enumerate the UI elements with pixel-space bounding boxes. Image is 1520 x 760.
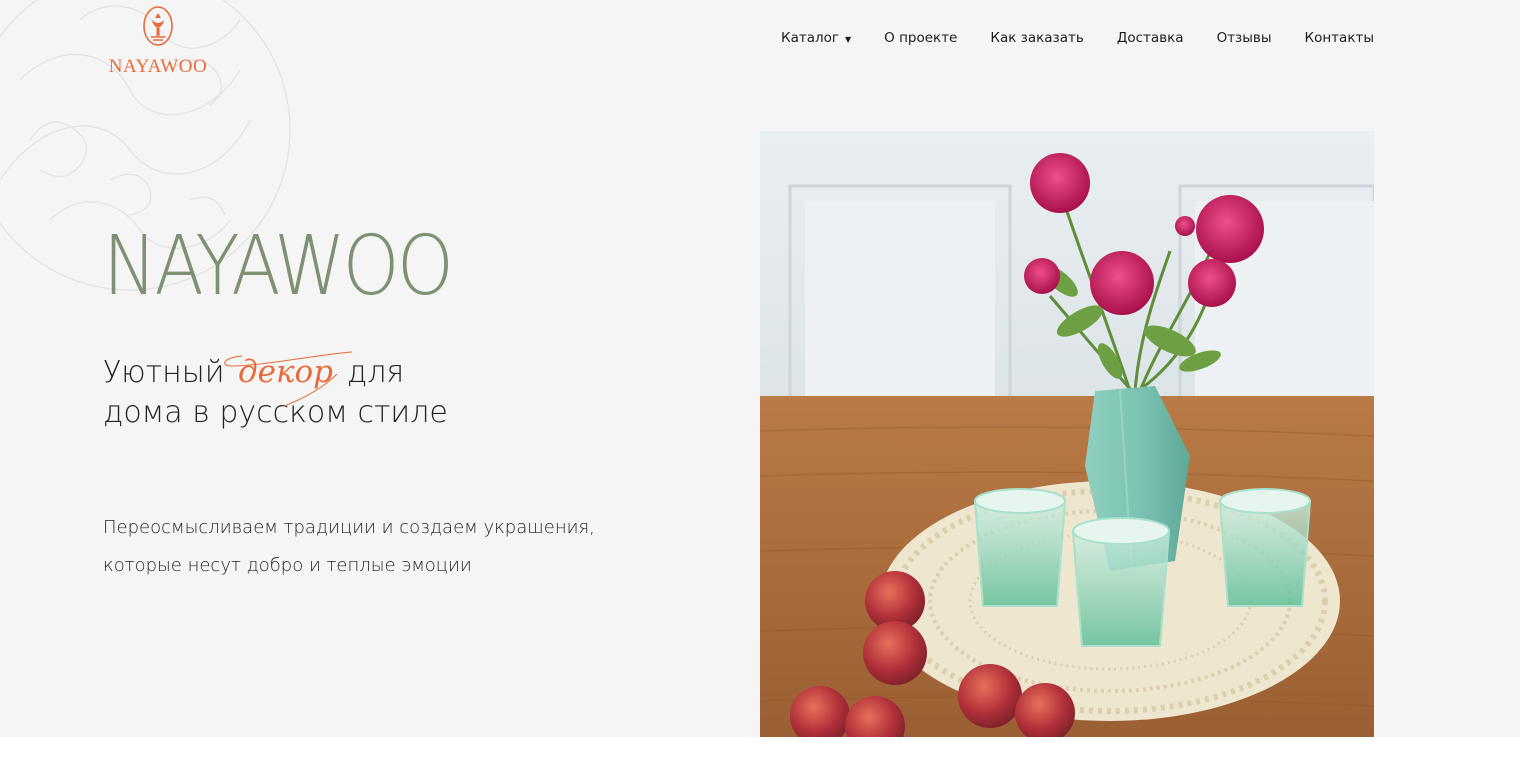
tagline-accent: декор (224, 351, 353, 407)
nav-about[interactable]: О проекте (884, 30, 957, 46)
nav-how-to-order[interactable]: Как заказать (990, 30, 1083, 46)
hero-section: NAYAWOO Каталог ▼ О проекте Как заказать… (0, 0, 1520, 737)
logo-emblem-icon (143, 6, 173, 46)
tagline-end: для (346, 355, 405, 390)
hero-tagline: Уютный декор для дома в русском стиле (103, 351, 448, 433)
tagline-accent-text: декор (238, 354, 334, 390)
nav-delivery[interactable]: Доставка (1117, 30, 1184, 46)
nav-catalog[interactable]: Каталог ▼ (781, 30, 851, 46)
nav-catalog-label: Каталог (781, 30, 839, 46)
caret-down-icon: ▼ (845, 34, 852, 44)
description-line1: Переосмысливаем традиции и создаем украш… (103, 517, 595, 538)
tagline-start: Уютный (103, 355, 225, 390)
hero-photo (760, 131, 1374, 737)
nav-reviews[interactable]: Отзывы (1217, 30, 1272, 46)
logo[interactable]: NAYAWOO (100, 6, 216, 77)
description-line2: которые несут добро и теплые эмоции (103, 555, 472, 576)
hero-title: NAYAWOO (103, 219, 454, 314)
nav-contacts[interactable]: Контакты (1305, 30, 1374, 46)
hero-description: Переосмысливаем традиции и создаем украш… (103, 509, 663, 585)
tagline-line2: дома в русском стиле (103, 395, 448, 430)
main-nav: Каталог ▼ О проекте Как заказать Доставк… (781, 30, 1374, 46)
logo-text: NAYAWOO (108, 56, 208, 77)
